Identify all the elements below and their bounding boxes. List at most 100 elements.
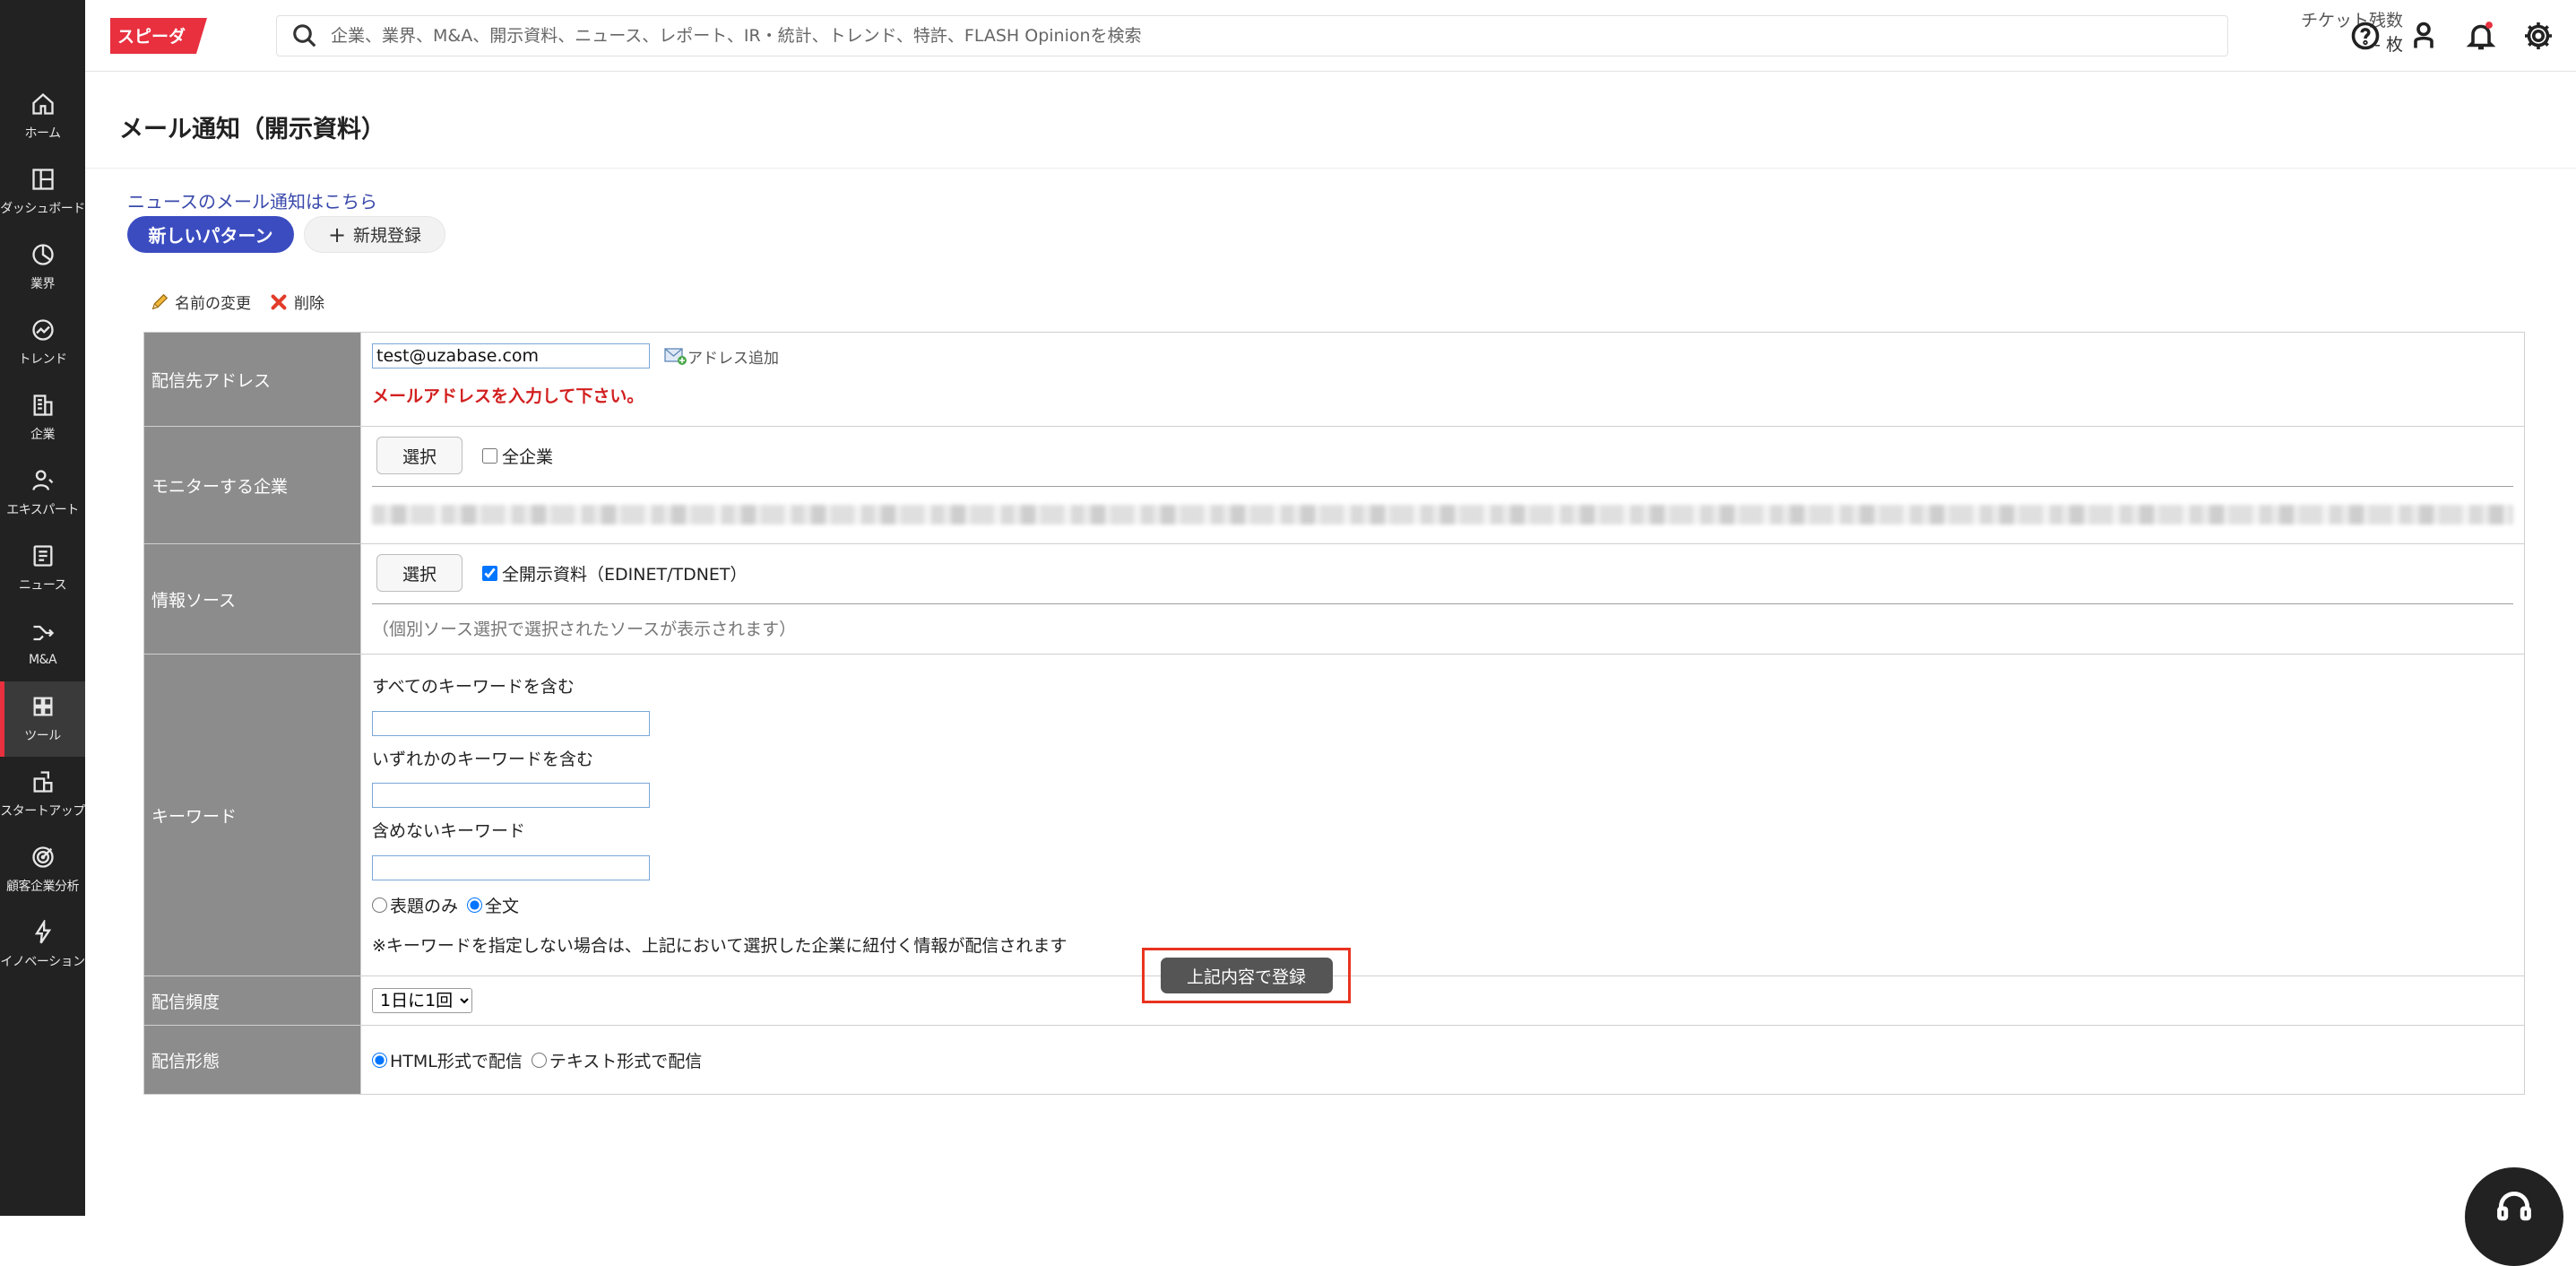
sidebar-item-startup[interactable]: スタートアップ xyxy=(0,757,85,832)
sidebar-item-dashboard[interactable]: ダッシュボード xyxy=(0,154,85,230)
all-disclosure-label: 全開示資料（EDINET/TDNET） xyxy=(502,561,748,585)
monitored-companies-list-blurred xyxy=(372,505,2513,525)
keyword-exclude-input[interactable] xyxy=(372,855,650,880)
plus-icon: + xyxy=(328,224,346,246)
keyword-value: すべてのキーワードを含む いずれかのキーワードを含む 含めないキーワード 表題の… xyxy=(361,655,2524,976)
trend-icon xyxy=(30,317,56,343)
sidebar-item-home[interactable]: ホーム xyxy=(0,79,85,154)
sidebar-item-trend[interactable]: トレンド xyxy=(0,305,85,380)
page-title: メール通知（開示資料） xyxy=(119,109,385,144)
mail-add-icon xyxy=(664,346,687,366)
news-mail-link[interactable]: ニュースのメール通知はこちら xyxy=(127,187,377,213)
frequency-select[interactable]: 1日に1回 xyxy=(372,988,472,1013)
delete-link[interactable]: 削除 xyxy=(269,290,324,313)
radio-title-only[interactable]: 表題のみ xyxy=(372,893,458,917)
tab-new-pattern[interactable]: 新しいパターン xyxy=(127,216,294,253)
sidebar-item-label: 企業 xyxy=(30,425,55,443)
keyword-all-label: すべてのキーワードを含む xyxy=(372,673,575,698)
support-chat-button[interactable] xyxy=(2465,1167,2563,1266)
news-icon xyxy=(30,543,56,568)
home-icon xyxy=(30,91,56,117)
pie-chart-icon xyxy=(30,242,56,267)
source-note: （個別ソース選択で選択されたソースが表示されます） xyxy=(372,616,796,640)
submit-highlight: 上記内容で登録 xyxy=(1142,948,1351,1003)
radio-text-format-input[interactable] xyxy=(532,1053,547,1068)
settings-button[interactable] xyxy=(2522,20,2554,52)
sidebar-item-label: ツール xyxy=(24,726,61,744)
keyword-all-input[interactable] xyxy=(372,711,650,736)
startup-icon xyxy=(30,769,56,794)
sidebar-item-industry[interactable]: 業界 xyxy=(0,230,85,305)
merge-icon xyxy=(30,620,56,646)
sidebar-item-innovation[interactable]: イノベーション xyxy=(0,907,85,983)
new-register-label: 新規登録 xyxy=(353,222,421,247)
lightning-icon xyxy=(30,920,56,945)
radio-html-format-input[interactable] xyxy=(372,1053,387,1068)
notification-button[interactable] xyxy=(2465,20,2497,52)
address-input[interactable] xyxy=(372,343,650,369)
radio-full-text-input[interactable] xyxy=(467,897,482,913)
radio-html-format[interactable]: HTML形式で配信 xyxy=(372,1048,523,1072)
rename-link[interactable]: 名前の変更 xyxy=(150,290,251,313)
sidebar-item-label: 顧客企業分析 xyxy=(6,877,79,895)
global-search[interactable] xyxy=(276,15,2228,56)
sidebar-item-ma[interactable]: M&A xyxy=(0,606,85,681)
speeda-logo[interactable]: スピーダ xyxy=(110,18,207,54)
sidebar-item-label: ニュース xyxy=(19,576,66,594)
svg-text:スピーダ: スピーダ xyxy=(117,26,186,47)
sidebar-item-expert[interactable]: エキスパート xyxy=(0,455,85,531)
sidebar-item-label: M&A xyxy=(29,653,56,667)
frequency-label: 配信頻度 xyxy=(144,976,361,1025)
account-button[interactable] xyxy=(2407,20,2440,52)
bell-icon xyxy=(2465,20,2497,52)
building-icon xyxy=(30,393,56,418)
all-companies-check[interactable] xyxy=(482,448,497,464)
pencil-icon xyxy=(150,292,169,312)
format-value: HTML形式で配信 テキスト形式で配信 xyxy=(361,1026,2524,1094)
search-icon xyxy=(291,22,318,49)
headset-icon xyxy=(2494,1187,2534,1227)
radio-text-format-label: テキスト形式で配信 xyxy=(549,1048,702,1072)
add-address-label: アドレス追加 xyxy=(687,345,779,368)
sidebar-item-tools[interactable]: ツール xyxy=(0,681,85,757)
sidebar-item-label: エキスパート xyxy=(6,500,79,518)
delete-x-icon xyxy=(269,292,289,312)
radio-full-text[interactable]: 全文 xyxy=(467,893,519,917)
frequency-value: 1日に1回 xyxy=(361,976,2524,1025)
sidebar-item-company[interactable]: 企業 xyxy=(0,380,85,455)
all-disclosure-checkbox[interactable]: 全開示資料（EDINET/TDNET） xyxy=(482,561,748,585)
keyword-note: ※キーワードを指定しない場合は、上記において選択した企業に紐付く情報が配信されま… xyxy=(372,932,1067,957)
rename-label: 名前の変更 xyxy=(175,290,251,313)
submit-button[interactable]: 上記内容で登録 xyxy=(1161,958,1333,993)
all-companies-checkbox[interactable]: 全企業 xyxy=(482,444,553,468)
monitor-select-button[interactable]: 選択 xyxy=(376,437,462,474)
sidebar-item-label: スタートアップ xyxy=(0,802,85,819)
sidebar-item-label: 業界 xyxy=(30,274,55,292)
new-register-button[interactable]: + 新規登録 xyxy=(304,216,445,253)
sidebar: ホーム ダッシュボード 業界 トレンド 企業 エキスパート ニュース M&A ツ… xyxy=(0,0,85,1216)
monitor-label: モニターする企業 xyxy=(144,427,361,543)
delete-label: 削除 xyxy=(294,290,324,313)
add-address-link[interactable]: アドレス追加 xyxy=(664,345,779,368)
sidebar-item-customer-analysis[interactable]: 顧客企業分析 xyxy=(0,832,85,907)
search-input[interactable] xyxy=(331,26,2123,46)
row-monitor-companies: モニターする企業 選択 全企業 xyxy=(144,427,2524,544)
source-select-button[interactable]: 選択 xyxy=(376,554,462,592)
all-disclosure-check[interactable] xyxy=(482,566,497,581)
radio-title-only-input[interactable] xyxy=(372,897,387,913)
row-address: 配信先アドレス アドレス追加 メールアドレスを入力して下さい。 xyxy=(144,333,2524,427)
keyword-any-label: いずれかのキーワードを含む xyxy=(372,746,593,770)
radio-text-format[interactable]: テキスト形式で配信 xyxy=(532,1048,702,1072)
keyword-label: キーワード xyxy=(144,655,361,976)
source-label: 情報ソース xyxy=(144,544,361,654)
radio-full-text-label: 全文 xyxy=(485,893,519,917)
monitor-divider xyxy=(372,486,2513,487)
monitor-value: 選択 全企業 xyxy=(361,427,2524,543)
all-companies-label: 全企業 xyxy=(502,444,553,468)
sidebar-item-label: イノベーション xyxy=(0,952,84,970)
address-value: アドレス追加 メールアドレスを入力して下さい。 xyxy=(361,333,2524,426)
sidebar-item-news[interactable]: ニュース xyxy=(0,531,85,606)
radio-title-only-label: 表題のみ xyxy=(390,893,458,917)
help-button[interactable] xyxy=(2349,20,2382,52)
keyword-any-input[interactable] xyxy=(372,783,650,808)
